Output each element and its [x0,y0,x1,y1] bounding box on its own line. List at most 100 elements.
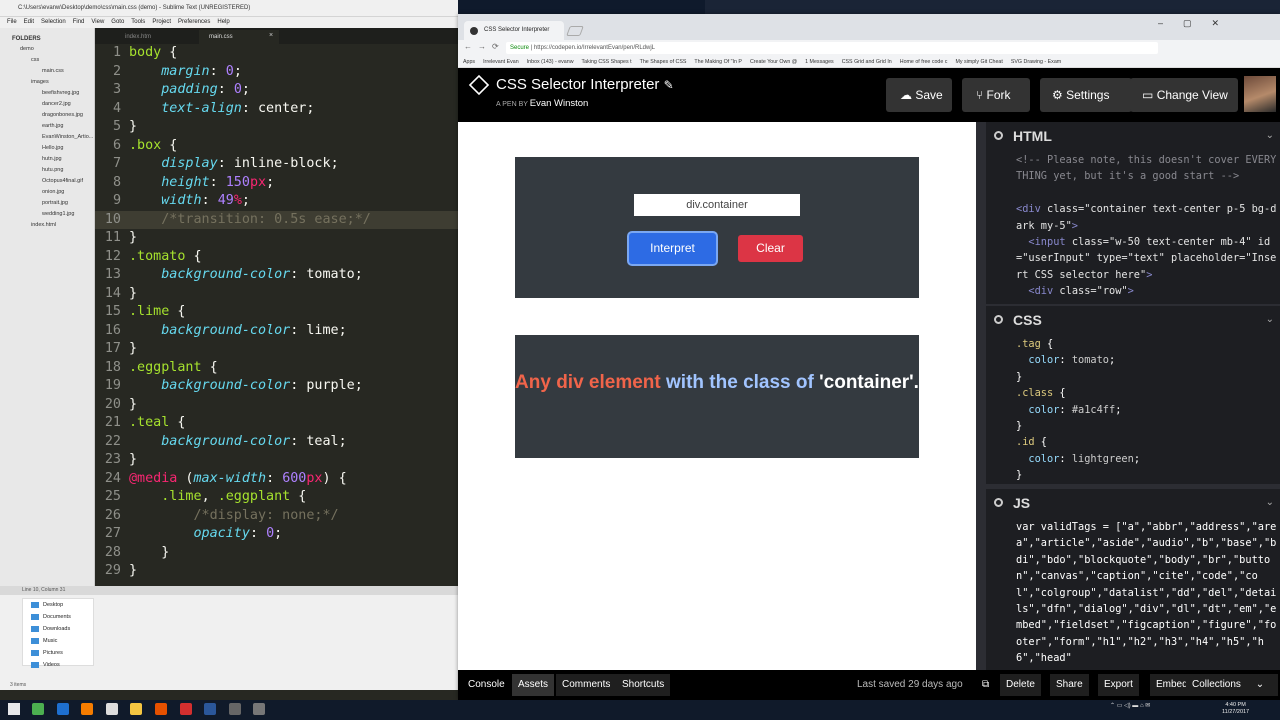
sidebar-file-item[interactable]: images [0,77,94,88]
sidebar-file-item[interactable]: beefishvreg.jpg [0,88,94,99]
html-panel-header[interactable]: HTML ⌄ [986,122,1280,150]
comments-button[interactable]: Comments [556,674,617,696]
taskbar-app-icon[interactable] [155,703,167,715]
bookmark-item[interactable]: Home of free code c [900,59,948,65]
taskbar-app-icon[interactable] [81,703,94,715]
taskbar-app-icon[interactable] [130,703,143,715]
explorer-item[interactable]: Desktop [23,599,93,611]
interpret-button[interactable]: Interpret [629,233,716,264]
menu-item[interactable]: Selection [41,19,66,25]
sidebar-file-item[interactable]: wedding1.jpg [0,209,94,220]
sidebar-file-item[interactable]: dragonbones.jpg [0,110,94,121]
explorer-item[interactable]: Videos [23,659,93,671]
tab-index-htm[interactable]: index.htm [115,30,187,44]
fork-button[interactable]: ⑂ Fork [962,78,1030,112]
tab-main-css[interactable]: main.css [199,30,279,44]
delete-button[interactable]: Delete [1000,674,1041,696]
pen-author[interactable]: Evan Winston [530,98,589,109]
menu-item[interactable]: Help [217,19,229,25]
menu-item[interactable]: Project [152,19,171,25]
avatar[interactable] [1244,76,1276,112]
sidebar-file-item[interactable]: main.css [0,66,94,77]
sidebar-file-item[interactable]: onion.jpg [0,187,94,198]
taskbar-app-icon[interactable] [228,703,241,715]
bookmark-item[interactable]: The Shapes of CSS [640,59,687,65]
menu-item[interactable]: Goto [111,19,124,25]
menu-item[interactable]: File [7,19,17,25]
sublime-code-editor[interactable]: 1 body {2 margin: 0; 3 padding: 0; 4 text-a… [95,44,458,586]
edit-pencil-icon[interactable]: ✎ [664,78,674,92]
sidebar-file-item[interactable]: hutn.jpg [0,154,94,165]
code-line: 17} [104,341,138,356]
bookmark-item[interactable]: 1 Messages [805,59,834,65]
clear-button[interactable]: Clear [738,235,803,262]
js-panel-header[interactable]: JS ⌄ [986,489,1280,517]
sidebar-file-item[interactable]: dancer2.jpg [0,99,94,110]
chevron-down-icon[interactable]: ⌄ [1266,122,1274,150]
tab-close-icon[interactable]: × [269,32,273,39]
change-view-button[interactable]: ▭ Change View [1130,78,1238,112]
sidebar-file-item[interactable]: portrait.jpg [0,198,94,209]
sidebar-file-item[interactable]: demo [0,44,94,55]
taskbar-app-icon[interactable] [204,703,217,715]
explorer-item[interactable]: Documents [23,611,93,623]
console-button[interactable]: Console [462,674,511,696]
taskbar-app-icon[interactable] [105,703,118,715]
js-code[interactable]: var validTags = ["a","abbr","address","a… [986,519,1280,670]
bookmark-item[interactable]: Apps [463,59,475,65]
sidebar-file-item[interactable]: earth.jpg [0,121,94,132]
js-gear-icon[interactable] [994,498,1003,507]
browser-tab-active[interactable]: CSS Selector Interpreter [464,21,564,40]
bookmark-item[interactable]: Create Your Own @ [750,59,797,65]
menu-item[interactable]: Preferences [178,19,210,25]
system-tray[interactable]: ⌃ ▭ ◁) ▬ ⌂ ✉ [1110,702,1150,709]
sidebar-file-item[interactable]: EvanWinston_Artio... [0,132,94,143]
sidebar-file-item[interactable]: index.html [0,220,94,231]
gear-icon: ⚙ [1052,88,1063,102]
url-field[interactable]: Secure | https://codepen.io/IrrelevantEv… [506,42,1158,54]
chevron-down-icon[interactable]: ⌄ [1266,306,1274,334]
explorer-item[interactable]: Music [23,635,93,647]
bookmark-item[interactable]: SVG Drawing - Exam [1011,59,1061,65]
taskbar-app-icon[interactable] [179,703,192,715]
menu-item[interactable]: View [91,19,104,25]
explorer-item[interactable]: Pictures [23,647,93,659]
taskbar-clock[interactable]: 4:40 PM 11/27/2017 [1222,702,1249,716]
save-button[interactable]: ☁ Save [886,78,952,112]
export-button[interactable]: Export [1098,674,1139,696]
bookmark-item[interactable]: Inbox (143) - evanw [527,59,574,65]
sidebar-file-item[interactable]: Hello.jpg [0,143,94,154]
external-link-icon[interactable]: ⧉ [976,674,995,696]
settings-button[interactable]: ⚙ Settings [1040,78,1132,112]
html-gear-icon[interactable] [994,131,1003,140]
selector-input[interactable]: div.container [634,194,800,216]
css-gear-icon[interactable] [994,315,1003,324]
shortcuts-button[interactable]: Shortcuts [616,674,671,696]
window-controls[interactable]: –▢✕ [1158,18,1239,29]
sidebar-file-item[interactable]: css [0,55,94,66]
css-panel-header[interactable]: CSS ⌄ [986,306,1280,334]
assets-button[interactable]: Assets [512,674,555,696]
taskbar-app-icon[interactable] [32,703,44,715]
sidebar-file-item[interactable]: hutu.png [0,165,94,176]
nav-arrows-icon[interactable]: ←→⟳ [464,42,505,51]
bookmark-item[interactable]: The Making Of "In P [694,59,742,65]
menu-item[interactable]: Tools [131,19,145,25]
taskbar-app-icon[interactable] [56,703,69,715]
bookmark-item[interactable]: Irrelevant Evan [483,59,519,65]
html-code[interactable]: <!-- Please note, this doesn't cover EVE… [986,152,1280,304]
bookmark-item[interactable]: Taking CSS Shapes t [582,59,632,65]
menu-item[interactable]: Find [73,19,85,25]
bookmark-item[interactable]: CSS Grid and Grid In [842,59,892,65]
explorer-item[interactable]: Downloads [23,623,93,635]
bookmark-item[interactable]: My simply Git Cheat [955,59,1002,65]
menu-item[interactable]: Edit [24,19,34,25]
share-button[interactable]: Share [1050,674,1089,696]
taskbar-app-icon[interactable] [253,703,266,715]
windows-start-icon[interactable] [8,703,20,715]
collections-button[interactable]: Collections ⌄ [1186,674,1278,696]
css-code[interactable]: .tag { color: tomato; } .class { color: … [986,336,1280,484]
chevron-down-icon[interactable]: ⌄ [1266,489,1274,517]
pen-title[interactable]: CSS Selector Interpreter ✎ [496,76,674,93]
sidebar-file-item[interactable]: Octopus4final.gif [0,176,94,187]
